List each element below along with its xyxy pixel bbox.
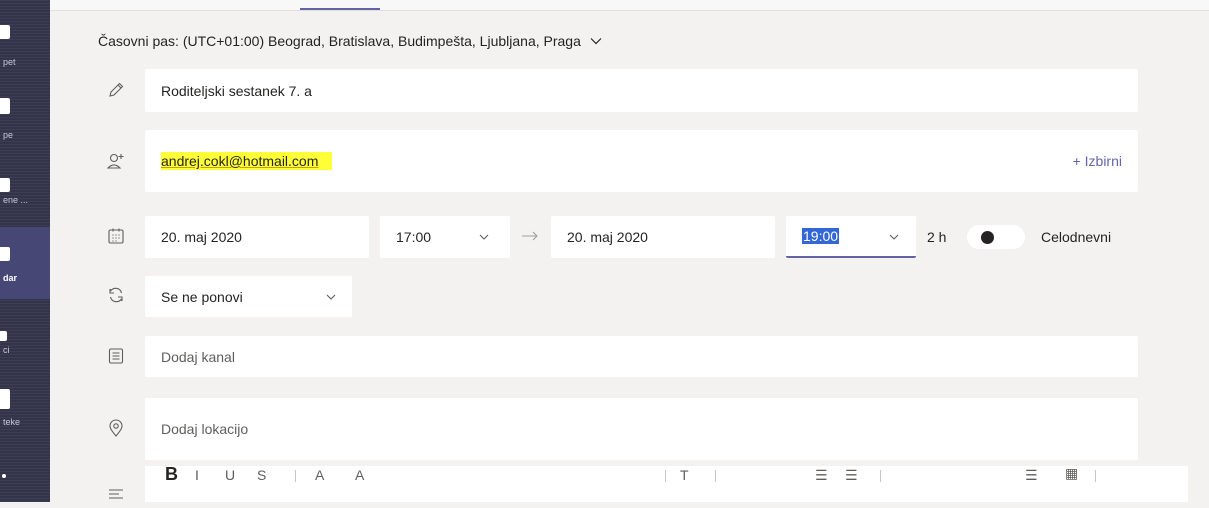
header-strip — [50, 0, 1209, 11]
more-apps-button[interactable] — [0, 470, 50, 490]
rail-item-label: pet — [3, 57, 16, 67]
rail-item-label: ene ... — [3, 195, 29, 205]
font-size-button[interactable]: A — [355, 467, 364, 483]
duration-label: 2 h — [927, 229, 947, 245]
chevron-down-icon — [326, 294, 336, 300]
font-color-button[interactable]: A — [315, 467, 324, 483]
rail-item-1[interactable]: pe — [0, 92, 50, 162]
start-date-picker[interactable]: 20. maj 2020 — [145, 216, 369, 258]
rail-item-label: dar — [3, 273, 18, 283]
channel-placeholder: Dodaj kanal — [161, 348, 235, 365]
all-day-label: Celodnevni — [1041, 229, 1112, 245]
app-rail: pet pe ene ... dar ci teke — [0, 0, 50, 502]
numbered-list-button[interactable]: ☰ — [845, 467, 858, 484]
underline-button[interactable]: U — [225, 467, 235, 483]
end-time-value: 19:00 — [802, 228, 840, 244]
optional-attendees-link[interactable]: + Izbirni — [1073, 153, 1122, 169]
pencil-icon — [109, 82, 124, 97]
rail-item-label: ci — [3, 345, 10, 355]
calendar-icon — [0, 247, 10, 261]
italic-button[interactable]: I — [195, 467, 199, 483]
recurrence-value: Se ne ponovi — [161, 288, 243, 305]
arrow-right-icon — [522, 231, 538, 241]
align-button[interactable]: ☰ — [1025, 467, 1038, 484]
start-time-value: 17:00 — [396, 229, 432, 245]
timezone-label: Časovni pas: (UTC+01:00) Beograd, Bratis… — [98, 33, 581, 49]
toolbar-separator — [1095, 470, 1096, 482]
channel-icon — [108, 348, 124, 364]
meeting-form: Časovni pas: (UTC+01:00) Beograd, Bratis… — [50, 0, 1209, 502]
title-input[interactable]: Roditeljski sestanek 7. a — [145, 69, 1138, 112]
all-day-toggle[interactable] — [967, 225, 1025, 249]
teams-icon — [0, 98, 10, 114]
channel-input[interactable]: Dodaj kanal — [145, 336, 1138, 377]
repeat-icon — [109, 287, 123, 303]
end-time-picker[interactable]: 19:00 — [786, 216, 916, 258]
add-person-icon — [106, 153, 124, 169]
rail-item-calendar[interactable]: dar — [0, 227, 50, 299]
strikethrough-button[interactable]: S — [257, 467, 266, 483]
rail-item-4[interactable]: ci — [0, 325, 50, 395]
title-value: Roditeljski sestanek 7. a — [161, 82, 312, 99]
heading-button[interactable]: T — [680, 467, 689, 483]
attendee-email: andrej.cokl@hotmail.com — [161, 153, 319, 169]
description-editor[interactable]: B I U S A A T ☰ ☰ ☰ ▦ — [145, 466, 1188, 502]
details-icon — [109, 489, 123, 499]
calls-icon — [0, 331, 7, 341]
table-icon[interactable]: ▦ — [1065, 466, 1078, 482]
end-date-value: 20. maj 2020 — [567, 229, 648, 245]
timezone-selector[interactable]: Časovni pas: (UTC+01:00) Beograd, Bratis… — [98, 33, 603, 49]
more-dots-icon — [2, 474, 6, 478]
bullet-list-button[interactable]: ☰ — [815, 467, 828, 484]
files-icon — [0, 389, 10, 409]
bold-button[interactable]: B — [165, 466, 178, 485]
end-date-picker[interactable]: 20. maj 2020 — [551, 216, 775, 258]
location-placeholder: Dodaj lokacijo — [161, 421, 249, 437]
assignments-icon — [0, 178, 10, 192]
start-time-picker[interactable]: 17:00 — [380, 216, 510, 258]
start-date-value: 20. maj 2020 — [161, 229, 242, 245]
calendar-icon — [108, 228, 124, 244]
toggle-knob — [981, 231, 994, 244]
toolbar-separator — [295, 470, 296, 482]
location-icon — [109, 419, 123, 437]
toolbar-separator — [665, 470, 666, 482]
chevron-down-icon — [479, 234, 489, 240]
chevron-down-icon — [889, 234, 899, 240]
tab-indicator — [300, 8, 380, 10]
rail-item-label: teke — [3, 417, 21, 427]
rail-item-label: pe — [3, 130, 14, 140]
attendee-chip[interactable]: andrej.cokl@hotmail.com — [161, 152, 333, 170]
chevron-down-icon — [590, 38, 602, 45]
chat-icon — [0, 25, 10, 39]
location-input[interactable]: Dodaj lokacijo — [145, 398, 1138, 460]
recurrence-select[interactable]: Se ne ponovi — [145, 276, 352, 317]
attendees-input[interactable]: andrej.cokl@hotmail.com + Izbirni — [145, 130, 1138, 192]
toolbar-separator — [715, 470, 716, 482]
rail-item-0[interactable]: pet — [0, 20, 50, 90]
toolbar-separator — [880, 470, 881, 482]
rail-item-5[interactable]: teke — [0, 387, 50, 457]
